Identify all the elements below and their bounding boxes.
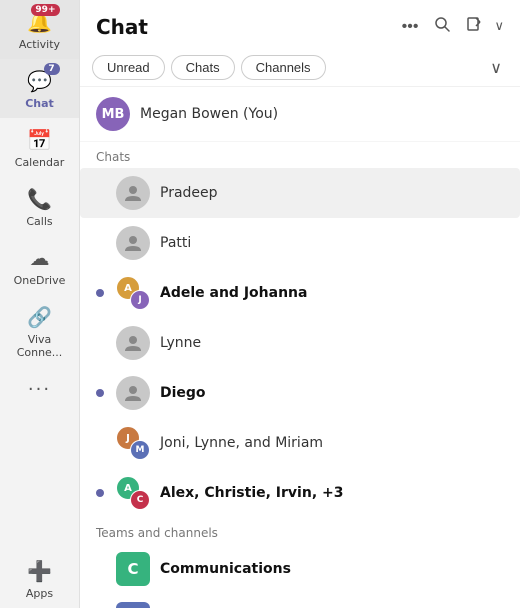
sidebar-item-apps[interactable]: ➕ Apps [0,549,79,608]
megan-avatar: MB [96,97,130,131]
sidebar-item-calendar[interactable]: 📅 Calendar [0,118,79,177]
chat-badge: 7 [44,63,60,75]
unread-dot-alex [96,489,104,497]
patti-avatar [116,226,150,260]
channel-row-communications[interactable]: C Communications [80,544,520,594]
alex-christie-irvin-avatar: A C [116,476,150,510]
lynne-avatar [116,326,150,360]
us-sales-icon: US [116,602,150,608]
no-dot-patti [96,239,104,247]
sidebar-item-calendar-label: Calendar [15,156,64,169]
sidebar-item-viva[interactable]: 🔗 Viva Conne... [0,295,79,367]
chat-row-joni-lynne-miriam[interactable]: J M Joni, Lynne, and Miriam [80,418,520,468]
chat-row-adele-johanna[interactable]: A J Adele and Johanna [80,268,520,318]
joni-lynne-miriam-name: Joni, Lynne, and Miriam [160,435,504,451]
filter-channels[interactable]: Channels [241,55,326,80]
more-options-button[interactable]: ••• [398,14,423,40]
page-title: Chat [96,15,390,39]
no-dot-lynne [96,339,104,347]
sidebar-item-activity[interactable]: 🔔 99+ Activity [0,0,79,59]
no-dot-pradeep [96,189,104,197]
chat-row-pradeep[interactable]: Pradeep [80,168,520,218]
chat-row-lynne[interactable]: Lynne [80,318,520,368]
sidebar-item-chat[interactable]: 💬 7 Chat [0,59,79,118]
pradeep-name: Pradeep [160,185,504,201]
channel-row-us-sales[interactable]: US U.S. Sales [80,594,520,608]
unread-dot-diego [96,389,104,397]
sidebar-item-calls[interactable]: 📞 Calls [0,177,79,236]
calls-icon: 📞 [27,187,52,211]
communications-icon-letter: C [127,560,138,578]
compose-button[interactable] [462,12,486,41]
sidebar: 🔔 99+ Activity 💬 7 Chat 📅 Calendar 📞 Cal… [0,0,80,608]
chat-row-diego[interactable]: Diego [80,368,520,418]
apps-icon: ➕ [27,559,52,583]
chat-row-alex-christie-irvin[interactable]: A C Alex, Christie, Irvin, +3 [80,468,520,518]
no-dot-joni [96,439,104,447]
more-icon: ··· [28,379,51,400]
megan-row[interactable]: MB Megan Bowen (You) [80,87,520,142]
chat-header: Chat ••• [80,0,520,49]
filter-chats[interactable]: Chats [171,55,235,80]
activity-badge: 99+ [31,4,59,16]
viva-icon: 🔗 [27,305,52,329]
diego-avatar [116,376,150,410]
main-panel: Chat ••• [80,0,520,608]
search-button[interactable] [430,12,454,41]
compose-icon [466,16,482,37]
chat-row-patti[interactable]: Patti [80,218,520,268]
joni-lynne-miriam-avatar: J M [116,426,150,460]
more-options-icon: ••• [402,18,419,36]
sidebar-item-onedrive[interactable]: ☁ OneDrive [0,236,79,295]
diego-name: Diego [160,385,504,401]
sidebar-item-more[interactable]: ··· [0,367,79,411]
filter-bar: Unread Chats Channels ∨ [80,49,520,87]
teams-section-header: Teams and channels [80,518,520,544]
sidebar-item-activity-label: Activity [19,38,60,51]
lynne-name: Lynne [160,335,504,351]
adele-johanna-name: Adele and Johanna [160,285,504,301]
sidebar-item-calls-label: Calls [26,215,52,228]
adele-johanna-avatar: A J [116,276,150,310]
no-dot-communications [96,565,104,573]
sidebar-item-chat-label: Chat [25,97,54,110]
pradeep-avatar [116,176,150,210]
filter-unread[interactable]: Unread [92,55,165,80]
filter-expand-icon[interactable]: ∨ [484,56,508,79]
unread-dot-adele [96,289,104,297]
sidebar-item-onedrive-label: OneDrive [14,274,66,287]
calendar-icon: 📅 [27,128,52,152]
header-actions: ••• ∨ [398,12,504,41]
patti-name: Patti [160,235,504,251]
compose-expand-icon: ∨ [494,19,504,34]
search-icon [434,16,450,37]
communications-icon: C [116,552,150,586]
communications-name: Communications [160,561,291,577]
sidebar-item-viva-label: Viva Conne... [4,333,75,359]
sidebar-item-apps-label: Apps [26,587,53,600]
alex-christie-irvin-name: Alex, Christie, Irvin, +3 [160,485,504,501]
megan-name: Megan Bowen (You) [140,106,278,122]
onedrive-icon: ☁ [30,246,50,270]
chats-section-header: Chats [80,142,520,168]
chat-list: MB Megan Bowen (You) Chats Pradeep Patti [80,87,520,608]
